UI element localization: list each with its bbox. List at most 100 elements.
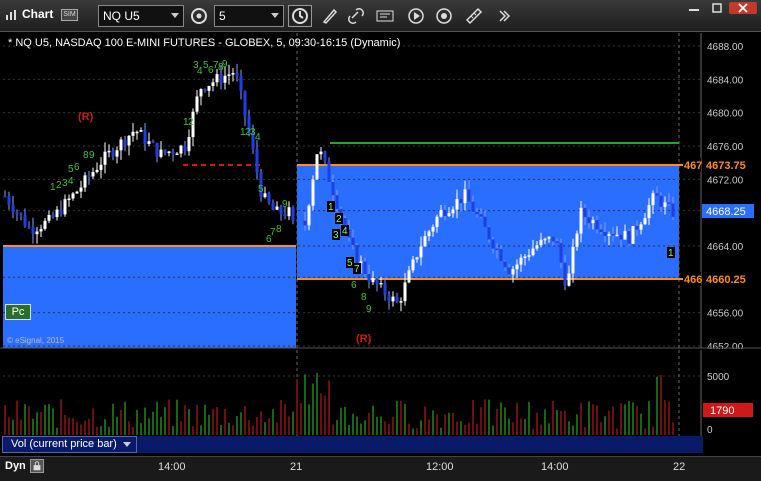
reversal-marker-bottom: (R)	[356, 333, 372, 345]
time-template-button[interactable]	[288, 5, 312, 27]
candle-body	[111, 150, 115, 157]
candle-body	[395, 296, 399, 302]
candle-body	[379, 282, 383, 285]
candle-body	[267, 193, 271, 203]
candle-body	[463, 189, 467, 204]
setup-count-number: 5	[258, 184, 264, 195]
candle-body	[615, 234, 619, 237]
candle-body	[43, 220, 47, 229]
candle-body	[99, 164, 103, 170]
time-label: 22	[673, 461, 686, 473]
setup-count-number: 5	[347, 258, 353, 269]
setup-count-number: 6	[74, 162, 80, 173]
candle-body	[503, 261, 507, 268]
setup-count-number: 6	[351, 280, 357, 291]
candle-body	[427, 231, 431, 237]
candle-body	[31, 227, 35, 235]
candle-body	[531, 248, 535, 256]
candle-body	[255, 148, 259, 173]
ruler-icon	[465, 7, 483, 25]
sim-badge: SIM	[61, 9, 78, 21]
minimize-button[interactable]	[683, 2, 705, 14]
candle-body	[487, 226, 491, 240]
time-label: 14:00	[541, 461, 569, 473]
price-chart[interactable]: 1234568912345678912345678967891234571 (R…	[0, 33, 761, 349]
volume-tick-5000: 5000	[707, 372, 730, 383]
candle-body	[535, 245, 539, 249]
chevron-right-icon	[499, 10, 511, 22]
setup-count-number: 4	[68, 176, 74, 187]
symbol-combo[interactable]: NQ U5	[98, 5, 184, 27]
reversal-marker-top: (R)	[78, 111, 94, 123]
candle-body	[15, 212, 19, 214]
price-tick-label: 4684.00	[707, 75, 744, 86]
link-icon	[348, 8, 364, 24]
candle-body	[71, 193, 75, 199]
candle-body	[23, 215, 27, 227]
candle-body	[639, 224, 643, 230]
candle-body	[119, 139, 123, 151]
candle-body	[471, 201, 475, 212]
candle-body	[19, 213, 23, 216]
setup-count-number: 9	[222, 59, 228, 70]
candle-body	[83, 175, 87, 188]
setup-count-number: 8	[361, 292, 367, 303]
setup-count-number: 2	[188, 117, 194, 128]
candle-body	[123, 139, 127, 146]
dynamic-mode-label: Dyn	[5, 460, 26, 472]
candle-body	[443, 209, 447, 216]
candle-body	[407, 270, 411, 283]
draw-line-button[interactable]	[320, 6, 340, 26]
candle-body	[671, 203, 675, 217]
candle-body	[511, 269, 515, 275]
candle-body	[551, 236, 555, 242]
candle-body	[47, 214, 51, 221]
candle-body	[435, 216, 439, 227]
interval-combo[interactable]: 5	[214, 5, 284, 27]
dynamic-toggle-icon[interactable]	[30, 459, 44, 473]
time-axis[interactable]	[0, 456, 761, 481]
record-button[interactable]	[434, 6, 454, 26]
maximize-button[interactable]	[707, 2, 727, 14]
candle-body	[431, 226, 435, 232]
candle-body	[227, 74, 231, 76]
candle-body	[39, 228, 43, 232]
interval-settings-button[interactable]	[189, 6, 209, 26]
get-button[interactable]	[375, 6, 395, 26]
volume-study-selector[interactable]: Vol (current price bar)	[2, 436, 137, 453]
more-options-button[interactable]	[494, 6, 514, 26]
ruler-button[interactable]	[464, 6, 484, 26]
candle-body	[211, 82, 215, 86]
candle-body	[507, 267, 511, 275]
time-label: 12:00	[426, 461, 454, 473]
setup-count-number: 9	[366, 304, 372, 315]
close-button[interactable]	[729, 2, 757, 14]
play-button[interactable]	[406, 6, 426, 26]
upper-level-cut-label: 467	[684, 160, 702, 172]
candle-body	[559, 243, 563, 263]
candle-body	[243, 91, 247, 117]
candle-body	[87, 175, 91, 177]
upper-level-label: 4673.75	[706, 160, 746, 172]
pc-button[interactable]: Pc	[5, 304, 31, 320]
candle-body	[159, 149, 163, 157]
candle-body	[103, 151, 107, 165]
link-button[interactable]	[346, 6, 366, 26]
setup-count-number: 7	[354, 264, 360, 275]
candle-body	[223, 75, 227, 83]
candle-body	[307, 205, 311, 226]
time-label: 14:00	[158, 461, 186, 473]
candle-body	[207, 85, 211, 91]
setup-count-number: 8	[276, 224, 282, 235]
candle-body	[391, 296, 395, 302]
candle-body	[543, 238, 547, 241]
gear-icon	[191, 8, 207, 24]
minimize-icon	[689, 9, 699, 11]
volume-study-label: Vol (current price bar)	[11, 438, 117, 450]
candle-body	[575, 233, 579, 247]
candle-body	[375, 278, 379, 285]
chevron-down-icon	[271, 13, 279, 18]
candle-body	[539, 239, 543, 246]
candle-body	[151, 141, 155, 143]
volume-chart[interactable]: 5000 1790 0	[0, 350, 761, 436]
